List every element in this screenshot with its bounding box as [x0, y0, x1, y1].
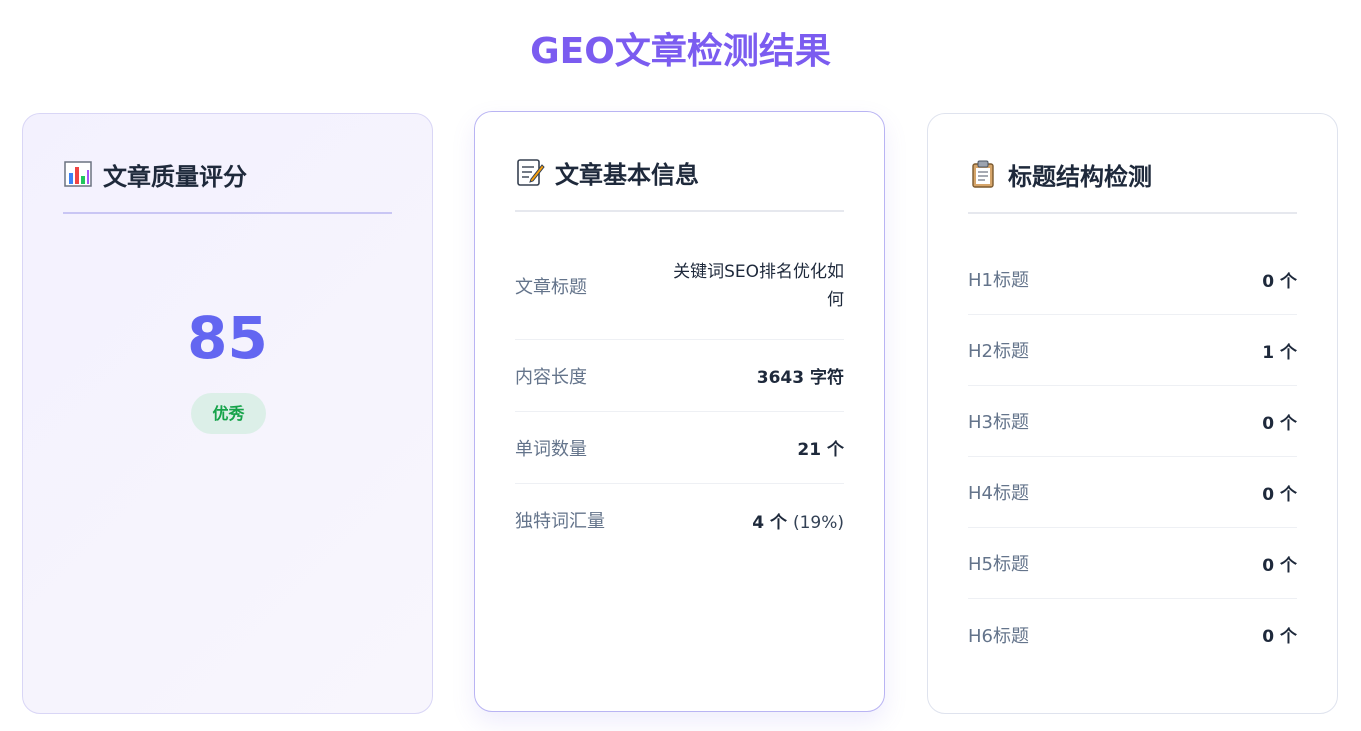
clipboard-icon [968, 159, 998, 189]
heading-count: 1 个 [1262, 342, 1297, 363]
info-row-word-count: 单词数量 21 个 [515, 412, 844, 484]
heading-row-h5: H5标题 0 个 [968, 528, 1297, 599]
info-label: 独特词汇量 [515, 511, 605, 532]
card-title: 文章基本信息 [555, 160, 699, 189]
heading-list: H1标题 0 个 H2标题 1 个 H3标题 0 个 H4标题 0 个 H5标题… [968, 244, 1297, 670]
info-list: 文章标题 关键词SEO排名优化如何 内容长度 3643 字符 单词数量 21 个… [515, 232, 844, 556]
memo-icon [515, 157, 545, 187]
card-header: 标题结构检测 [968, 114, 1297, 214]
info-value: 4 个 [752, 512, 788, 533]
heading-label: H4标题 [968, 483, 1029, 504]
heading-count: 0 个 [1262, 271, 1297, 292]
heading-label: H5标题 [968, 554, 1029, 575]
quality-score: 85 [187, 304, 268, 372]
info-value: 3643 字符 [756, 368, 844, 388]
heading-count: 0 个 [1262, 555, 1297, 576]
info-value-group: 4 个 (19%) [752, 508, 844, 533]
heading-count: 0 个 [1262, 413, 1297, 434]
heading-count: 0 个 [1262, 484, 1297, 505]
quality-score-card: 文章质量评分 85 优秀 [22, 113, 433, 714]
heading-row-h3: H3标题 0 个 [968, 386, 1297, 457]
card-header: 文章基本信息 [515, 112, 844, 212]
heading-row-h4: H4标题 0 个 [968, 457, 1297, 528]
card-header: 文章质量评分 [63, 114, 392, 214]
info-label: 单词数量 [515, 438, 587, 460]
info-value: 关键词SEO排名优化如何 [673, 261, 844, 310]
card-title: 标题结构检测 [1008, 162, 1152, 191]
info-row-unique-words: 独特词汇量 4 个 (19%) [515, 484, 844, 556]
heading-label: H3标题 [968, 412, 1029, 433]
score-rating-badge: 优秀 [191, 393, 266, 434]
card-title: 文章质量评分 [103, 162, 247, 191]
info-row-title: 文章标题 关键词SEO排名优化如何 [515, 232, 844, 340]
heading-label: H6标题 [968, 625, 1029, 647]
info-label: 文章标题 [515, 276, 587, 298]
info-label: 内容长度 [515, 366, 587, 388]
heading-row-h2: H2标题 1 个 [968, 315, 1297, 386]
info-value: 21 个 [797, 440, 844, 460]
info-row-length: 内容长度 3643 字符 [515, 340, 844, 412]
info-value-percent: (19%) [792, 512, 844, 533]
heading-row-h6: H6标题 0 个 [968, 599, 1297, 670]
heading-row-h1: H1标题 0 个 [968, 244, 1297, 315]
basic-info-card: 文章基本信息 文章标题 关键词SEO排名优化如何 内容长度 3643 字符 单词… [474, 111, 885, 712]
heading-count: 0 个 [1262, 627, 1297, 647]
heading-label: H2标题 [968, 341, 1029, 362]
page-title: GEO文章检测结果 [530, 31, 831, 72]
heading-structure-card: 标题结构检测 H1标题 0 个 H2标题 1 个 H3标题 0 个 H4标题 0… [927, 113, 1338, 714]
heading-label: H1标题 [968, 270, 1029, 291]
bar-chart-icon [63, 159, 93, 189]
